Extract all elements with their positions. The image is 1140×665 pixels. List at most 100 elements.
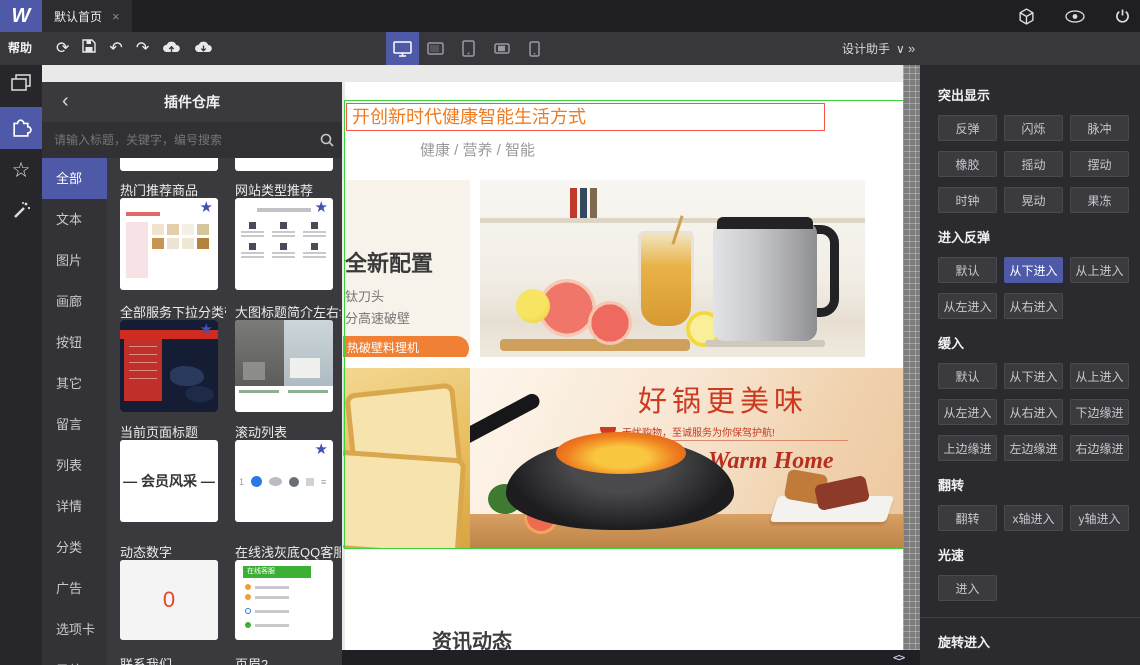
anim-button[interactable]: 进入: [938, 575, 997, 601]
sidebar-item-favorites[interactable]: ☆: [0, 149, 42, 191]
anim-button[interactable]: 从上进入: [1070, 363, 1129, 389]
anim-button[interactable]: 左边缘进: [1004, 435, 1063, 461]
anim-button[interactable]: x轴进入: [1004, 505, 1063, 531]
category-text[interactable]: 文本: [42, 199, 107, 240]
plugin-card-qq-service[interactable]: 在线客服: [235, 560, 333, 640]
favorite-star-icon[interactable]: ★: [315, 442, 328, 457]
3d-cube-icon[interactable]: [1018, 7, 1035, 25]
thumb-graphic: [245, 622, 289, 628]
star-icon: ☆: [11, 158, 31, 182]
thumb-graphic: [245, 584, 289, 590]
plugin-card-dropdown-nav[interactable]: ★: [120, 320, 218, 412]
anim-button[interactable]: 摆动: [1070, 151, 1129, 177]
thumb-graphic: [126, 222, 148, 278]
plugin-card-hot-products[interactable]: ★: [120, 198, 218, 290]
plugin-search-input[interactable]: [42, 133, 312, 147]
app-logo[interactable]: W: [0, 0, 42, 32]
design-assistant-label: 设计助手: [842, 42, 891, 56]
news-section-title[interactable]: 资讯动态: [432, 625, 512, 650]
pages-icon: [11, 74, 31, 98]
plugin-label: 页眉2: [235, 657, 269, 665]
category-image[interactable]: 图片: [42, 240, 107, 281]
anim-button[interactable]: 右边缘进: [1070, 435, 1129, 461]
section-title-lightspeed: 光速: [938, 548, 965, 563]
title-bar: W 默认首页 ×: [0, 0, 1140, 32]
redo-icon[interactable]: ↷: [136, 40, 149, 57]
page-tab[interactable]: 默认首页 ×: [42, 0, 132, 32]
sidebar-item-pages[interactable]: [0, 65, 42, 107]
category-button[interactable]: 按钮: [42, 322, 107, 363]
plugin-card-page-title[interactable]: — 会员风采 —: [120, 440, 218, 522]
category-ad[interactable]: 广告: [42, 568, 107, 609]
category-list[interactable]: 列表: [42, 445, 107, 486]
tool-sidebar: ☆: [0, 65, 42, 665]
selected-title-element[interactable]: 开创新时代健康智能生活方式: [346, 103, 825, 131]
favorite-star-icon[interactable]: ★: [200, 200, 213, 215]
anim-button-active[interactable]: 从下进入: [1004, 257, 1063, 283]
anim-button[interactable]: 时钟: [938, 187, 997, 213]
device-tablet-landscape-button[interactable]: [419, 32, 452, 65]
favorite-star-icon[interactable]: ★: [200, 322, 213, 337]
anim-button[interactable]: y轴进入: [1070, 505, 1129, 531]
category-classify[interactable]: 分类: [42, 527, 107, 568]
close-tab-icon[interactable]: ×: [112, 9, 120, 24]
page-subtitle-text[interactable]: 健康 / 营养 / 智能: [420, 139, 535, 160]
anim-button[interactable]: 从右进入: [1004, 399, 1063, 425]
anim-button[interactable]: 闪烁: [1004, 115, 1063, 141]
anim-button[interactable]: 从左进入: [938, 399, 997, 425]
collapse-panel-icon[interactable]: »: [908, 32, 915, 65]
animation-panel: 突出显示 反弹 闪烁 脉冲 橡胶 摇动 摆动 时钟 晃动 果冻 进入反弹 默认 …: [920, 65, 1140, 665]
favorite-star-icon[interactable]: ★: [315, 200, 328, 215]
plugin-card-partial[interactable]: [120, 158, 218, 171]
anim-button[interactable]: 从下进入: [1004, 363, 1063, 389]
anim-button[interactable]: 默认: [938, 257, 997, 283]
design-assistant-menu[interactable]: 设计助手 ∨: [842, 32, 905, 65]
anim-button[interactable]: 脉冲: [1070, 115, 1129, 141]
category-tabs[interactable]: 选项卡: [42, 609, 107, 650]
anim-button[interactable]: 晃动: [1004, 187, 1063, 213]
plugin-card-dynamic-number[interactable]: 0: [120, 560, 218, 640]
save-icon[interactable]: [82, 39, 97, 58]
canvas-scrollbar[interactable]: [903, 65, 920, 650]
plugin-label: 大图标题简介左右切...: [235, 305, 341, 320]
section-title-rotate-in: 旋转进入: [938, 635, 991, 650]
anim-button[interactable]: 默认: [938, 363, 997, 389]
device-phone-portrait-button[interactable]: [518, 32, 551, 65]
anim-button[interactable]: 从左进入: [938, 293, 997, 319]
device-tablet-portrait-button[interactable]: [452, 32, 485, 65]
category-all[interactable]: 全部: [42, 158, 107, 199]
cloud-download-icon[interactable]: [194, 40, 213, 58]
sidebar-item-plugins[interactable]: [0, 107, 42, 149]
anim-button[interactable]: 果冻: [1070, 187, 1129, 213]
undo-icon[interactable]: ↶: [109, 40, 122, 57]
anim-button[interactable]: 从右进入: [1004, 293, 1063, 319]
plugin-search-bar: [42, 122, 342, 158]
page-tab-label: 默认首页: [54, 9, 103, 24]
search-icon[interactable]: [312, 133, 342, 147]
anim-button[interactable]: 反弹: [938, 115, 997, 141]
plugin-card-big-image-slider[interactable]: [235, 320, 333, 412]
cloud-upload-icon[interactable]: [162, 40, 181, 58]
refresh-icon[interactable]: ⟳: [56, 40, 69, 57]
category-detail[interactable]: 详情: [42, 486, 107, 527]
plugin-card-partial[interactable]: [235, 158, 333, 171]
help-menu[interactable]: 帮助: [8, 32, 32, 65]
plugin-card-scroll-list[interactable]: ★ 1 ≡: [235, 440, 333, 522]
preview-eye-icon[interactable]: [1065, 9, 1085, 23]
anim-button[interactable]: 橡胶: [938, 151, 997, 177]
category-nav[interactable]: 导航: [42, 650, 107, 665]
anim-button[interactable]: 下边缘进: [1070, 399, 1129, 425]
category-other[interactable]: 其它: [42, 363, 107, 404]
anim-button[interactable]: 翻转: [938, 505, 997, 531]
anim-button[interactable]: 上边缘进: [938, 435, 997, 461]
category-gallery[interactable]: 画廊: [42, 281, 107, 322]
plugin-card-site-types[interactable]: ★: [235, 198, 333, 290]
power-exit-icon[interactable]: [1115, 9, 1130, 24]
anim-button[interactable]: 从上进入: [1070, 257, 1129, 283]
code-view-icon[interactable]: <>: [893, 651, 905, 664]
category-message[interactable]: 留言: [42, 404, 107, 445]
anim-button[interactable]: 摇动: [1004, 151, 1063, 177]
device-phone-landscape-button[interactable]: [485, 32, 518, 65]
device-desktop-button[interactable]: [386, 32, 419, 65]
sidebar-item-wizard[interactable]: [0, 191, 42, 233]
